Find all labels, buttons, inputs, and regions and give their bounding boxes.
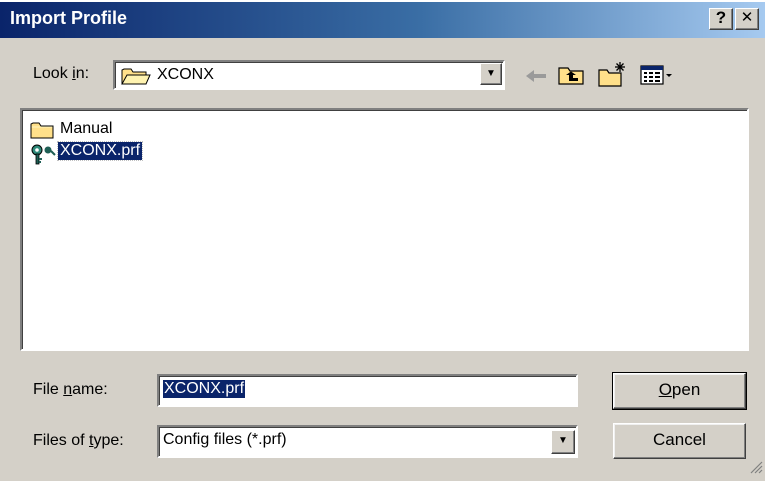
- file-type-select[interactable]: Config files (*.prf) ▼: [157, 425, 578, 458]
- close-icon: ✕: [740, 9, 754, 26]
- look-in-label: Look in:: [33, 65, 90, 82]
- file-name-label: File name:: [33, 381, 108, 398]
- file-name-value: XCONX.prf: [163, 380, 246, 398]
- resize-grip-icon[interactable]: [749, 460, 763, 479]
- key-file-icon: [30, 143, 56, 170]
- file-name-text: XCONX.prf: [56, 141, 144, 161]
- view-menu-icon[interactable]: [640, 65, 676, 90]
- file-type-value: Config files (*.prf): [163, 431, 287, 448]
- help-button[interactable]: ?: [709, 8, 733, 30]
- folder-icon: [30, 121, 54, 144]
- up-one-level-icon[interactable]: [557, 63, 585, 92]
- title-bar[interactable]: Import Profile ? ✕: [0, 0, 765, 38]
- look-in-dropdown-button[interactable]: ▼: [480, 63, 502, 85]
- back-arrow-icon[interactable]: [524, 67, 550, 90]
- new-folder-icon[interactable]: [597, 60, 627, 93]
- file-name-text: Manual: [60, 120, 113, 137]
- file-list[interactable]: Manual XCONX.prf: [20, 108, 749, 351]
- cancel-button[interactable]: Cancel: [613, 423, 746, 459]
- open-folder-icon: [121, 67, 151, 90]
- file-type-dropdown-button[interactable]: ▼: [551, 430, 575, 454]
- open-button[interactable]: Open: [612, 372, 747, 410]
- window-title: Import Profile: [10, 8, 128, 28]
- help-icon: ?: [715, 8, 727, 27]
- chevron-down-icon: ▼: [558, 435, 568, 446]
- close-button[interactable]: ✕: [735, 8, 759, 30]
- file-type-label: Files of type:: [33, 432, 124, 449]
- file-name-input[interactable]: XCONX.prf: [157, 374, 578, 407]
- look-in-combo[interactable]: XCONX ▼: [113, 60, 505, 90]
- look-in-value: XCONX: [157, 66, 214, 83]
- chevron-down-icon: ▼: [486, 68, 496, 79]
